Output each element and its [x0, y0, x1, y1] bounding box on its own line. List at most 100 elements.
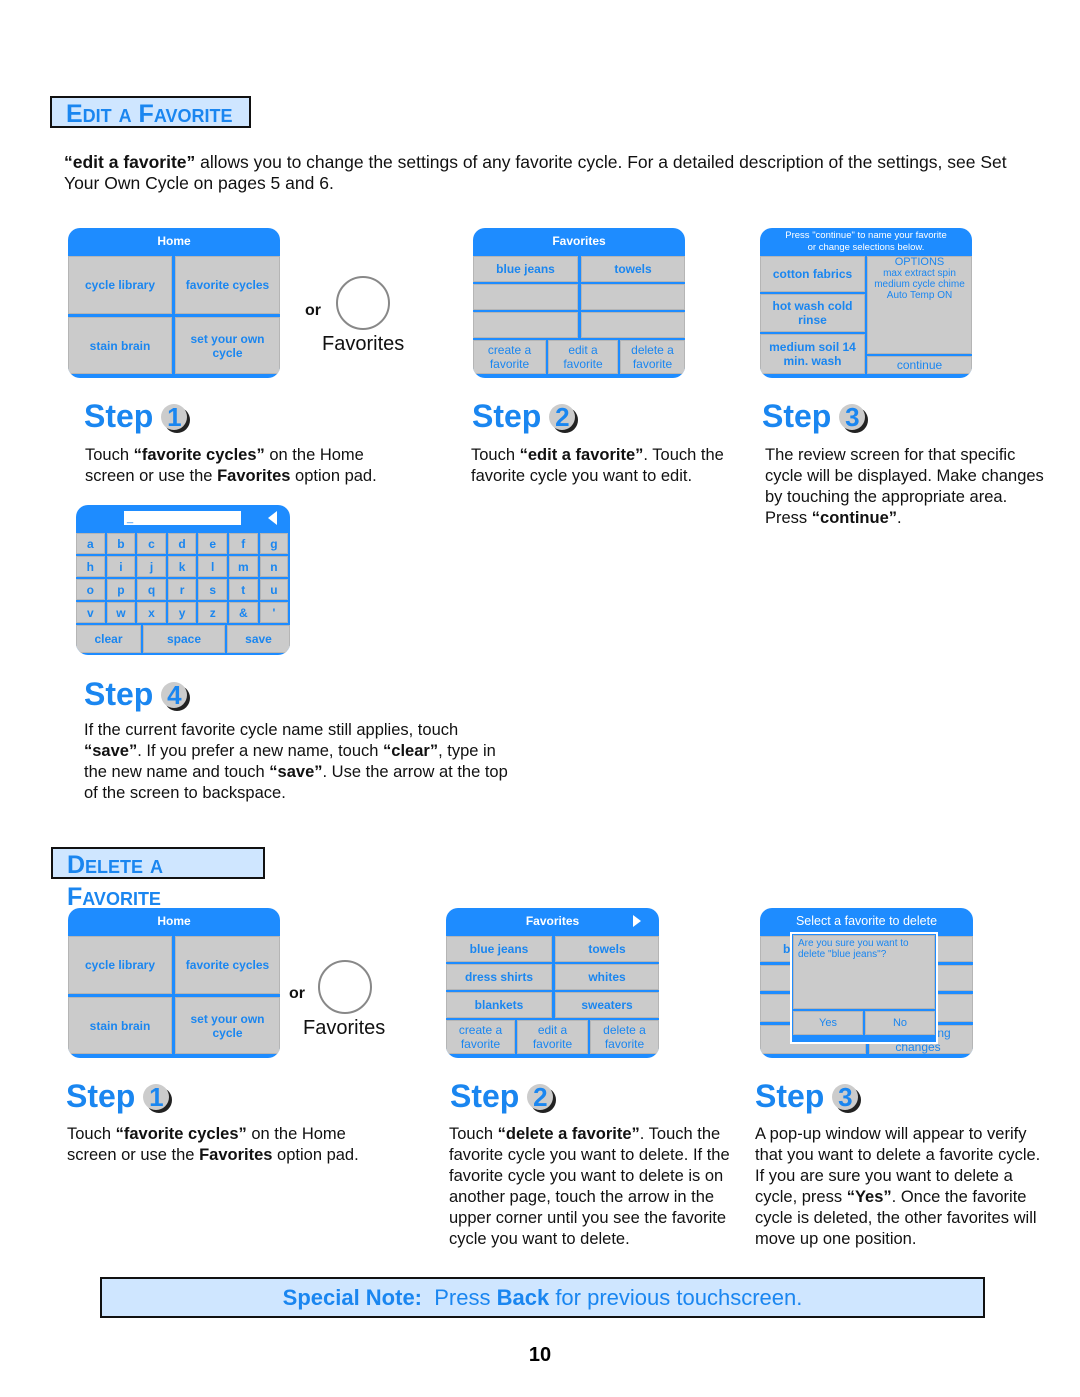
confirm-popup: Are you sure you want to delete "blue je…	[790, 932, 938, 1044]
home-screen: Home cycle library favorite cycles stain…	[68, 908, 280, 1058]
key[interactable]: g	[259, 533, 289, 554]
favorite-blankets[interactable]: blankets	[446, 992, 552, 1018]
key[interactable]: v	[76, 602, 105, 623]
key[interactable]: d	[167, 533, 197, 554]
favorite-towels[interactable]: towels	[555, 936, 659, 962]
set-your-own-cycle-button[interactable]: set your own cycle	[175, 997, 280, 1054]
favorite-cycles-button[interactable]: favorite cycles	[175, 936, 280, 994]
favorite-sweaters[interactable]: sweaters	[555, 992, 659, 1018]
cycle-library-button[interactable]: cycle library	[68, 256, 172, 314]
edit-step-4-text: If the current favorite cycle name still…	[84, 721, 508, 802]
or-label: or	[289, 985, 305, 1002]
stain-brain-button[interactable]: stain brain	[68, 997, 172, 1054]
key[interactable]: a	[76, 533, 105, 554]
edit-step-4-heading: Step 4	[84, 676, 188, 713]
key[interactable]: p	[106, 579, 136, 600]
key[interactable]: f	[229, 533, 258, 554]
name-input[interactable]: _	[124, 511, 241, 525]
key[interactable]: &	[229, 602, 258, 623]
key[interactable]: r	[167, 579, 197, 600]
favorite-blue-jeans[interactable]: blue jeans	[446, 936, 552, 962]
key[interactable]: q	[137, 579, 166, 600]
favorites-screen: Favorites blue jeans towels dress shirts…	[446, 908, 659, 1058]
key[interactable]: n	[259, 556, 289, 577]
key[interactable]: m	[229, 556, 258, 577]
edit-step-2-heading: Step 2	[472, 398, 576, 435]
delete-favorite-button[interactable]: delete a favorite	[590, 1020, 659, 1054]
save-key[interactable]: save	[227, 625, 290, 653]
screen-title: Select a favorite to delete	[795, 914, 938, 928]
temperature-button[interactable]: hot wash cold rinse	[760, 294, 865, 332]
delete-step-2-text: Touch “delete a favorite”. Touch the fav…	[449, 1125, 730, 1248]
page-number: 10	[528, 1344, 552, 1366]
key[interactable]: o	[76, 579, 105, 600]
favorite-empty[interactable]	[473, 312, 578, 338]
favorite-empty[interactable]	[581, 312, 685, 338]
key[interactable]: u	[259, 579, 289, 600]
favorite-dress-shirts[interactable]: dress shirts	[446, 964, 552, 990]
next-page-arrow-icon[interactable]	[633, 915, 641, 927]
soil-button[interactable]: medium soil 14 min. wash	[760, 334, 865, 374]
screen-title: Press "continue" to name your favorite o…	[785, 230, 947, 253]
space-key[interactable]: space	[143, 625, 225, 653]
favorites-pad-icon[interactable]	[336, 276, 390, 330]
set-your-own-cycle-button[interactable]: set your own cycle	[175, 317, 280, 374]
edit-favorite-button[interactable]: edit a favorite	[548, 340, 618, 374]
favorite-whites[interactable]: whites	[555, 964, 659, 990]
create-favorite-button[interactable]: create a favorite	[473, 340, 546, 374]
key[interactable]: y	[167, 602, 197, 623]
key[interactable]: j	[137, 556, 166, 577]
key[interactable]: z	[198, 602, 227, 623]
favorites-pad-label: Favorites	[322, 333, 405, 355]
favorites-pad-icon[interactable]	[318, 960, 372, 1014]
edit-step-3-heading: Step 3	[762, 398, 866, 435]
home-screen: Home cycle library favorite cycles stain…	[68, 228, 280, 378]
key[interactable]: i	[106, 556, 136, 577]
no-button[interactable]: No	[865, 1011, 935, 1035]
key[interactable]: l	[198, 556, 227, 577]
popup-question: Are you sure you want to delete "blue je…	[793, 935, 935, 1009]
edit-step-3-text: The review screen for that specific cycl…	[765, 446, 1044, 527]
screen-title: Favorites	[552, 234, 606, 248]
or-label: or	[305, 302, 321, 319]
key[interactable]: c	[137, 533, 166, 554]
edit-step-1-text: Touch “favorite cycles” on the Home scre…	[85, 446, 377, 485]
favorite-cycles-button[interactable]: favorite cycles	[175, 256, 280, 314]
backspace-arrow-icon[interactable]	[268, 511, 277, 525]
yes-button[interactable]: Yes	[793, 1011, 863, 1035]
screen-title: Home	[157, 914, 191, 928]
fabric-button[interactable]: cotton fabrics	[760, 256, 865, 292]
delete-step-2-heading: Step 2	[450, 1078, 554, 1115]
edit-step-1-heading: Step 1	[84, 398, 188, 435]
stain-brain-button[interactable]: stain brain	[68, 317, 172, 374]
clear-key[interactable]: clear	[76, 625, 141, 653]
key[interactable]: k	[167, 556, 197, 577]
favorite-blue-jeans[interactable]: blue jeans	[473, 256, 578, 282]
key[interactable]: '	[259, 602, 289, 623]
intro-text: “edit a favorite” allows you to change t…	[64, 152, 1007, 193]
option: max extract spin	[883, 268, 956, 279]
create-favorite-button[interactable]: create a favorite	[446, 1020, 515, 1054]
cycle-library-button[interactable]: cycle library	[68, 936, 172, 994]
edit-step-2-text: Touch “edit a favorite”. Touch the favor…	[471, 446, 724, 485]
delete-favorite-button[interactable]: delete a favorite	[620, 340, 685, 374]
key[interactable]: w	[106, 602, 136, 623]
edit-favorite-button[interactable]: edit a favorite	[517, 1020, 588, 1054]
delete-step-1-text: Touch “favorite cycles” on the Home scre…	[67, 1125, 359, 1164]
favorite-empty[interactable]	[581, 284, 685, 310]
key[interactable]: h	[76, 556, 105, 577]
key[interactable]: e	[198, 533, 227, 554]
delete-step-3-heading: Step 3	[755, 1078, 859, 1115]
favorite-empty[interactable]	[473, 284, 578, 310]
continue-button[interactable]: continue	[867, 356, 972, 374]
key[interactable]: b	[106, 533, 136, 554]
key[interactable]: t	[229, 579, 258, 600]
manual-page: Edit a Favorite “edit a favorite” allows…	[0, 0, 1080, 1397]
section-title-edit: Edit a Favorite	[50, 96, 251, 128]
options-button[interactable]: OPTIONS max extract spin medium cycle ch…	[867, 256, 972, 354]
key[interactable]: x	[137, 602, 166, 623]
review-screen: Press "continue" to name your favorite o…	[760, 228, 972, 378]
key[interactable]: s	[198, 579, 227, 600]
favorites-pad-label: Favorites	[303, 1017, 386, 1039]
favorite-towels[interactable]: towels	[581, 256, 685, 282]
